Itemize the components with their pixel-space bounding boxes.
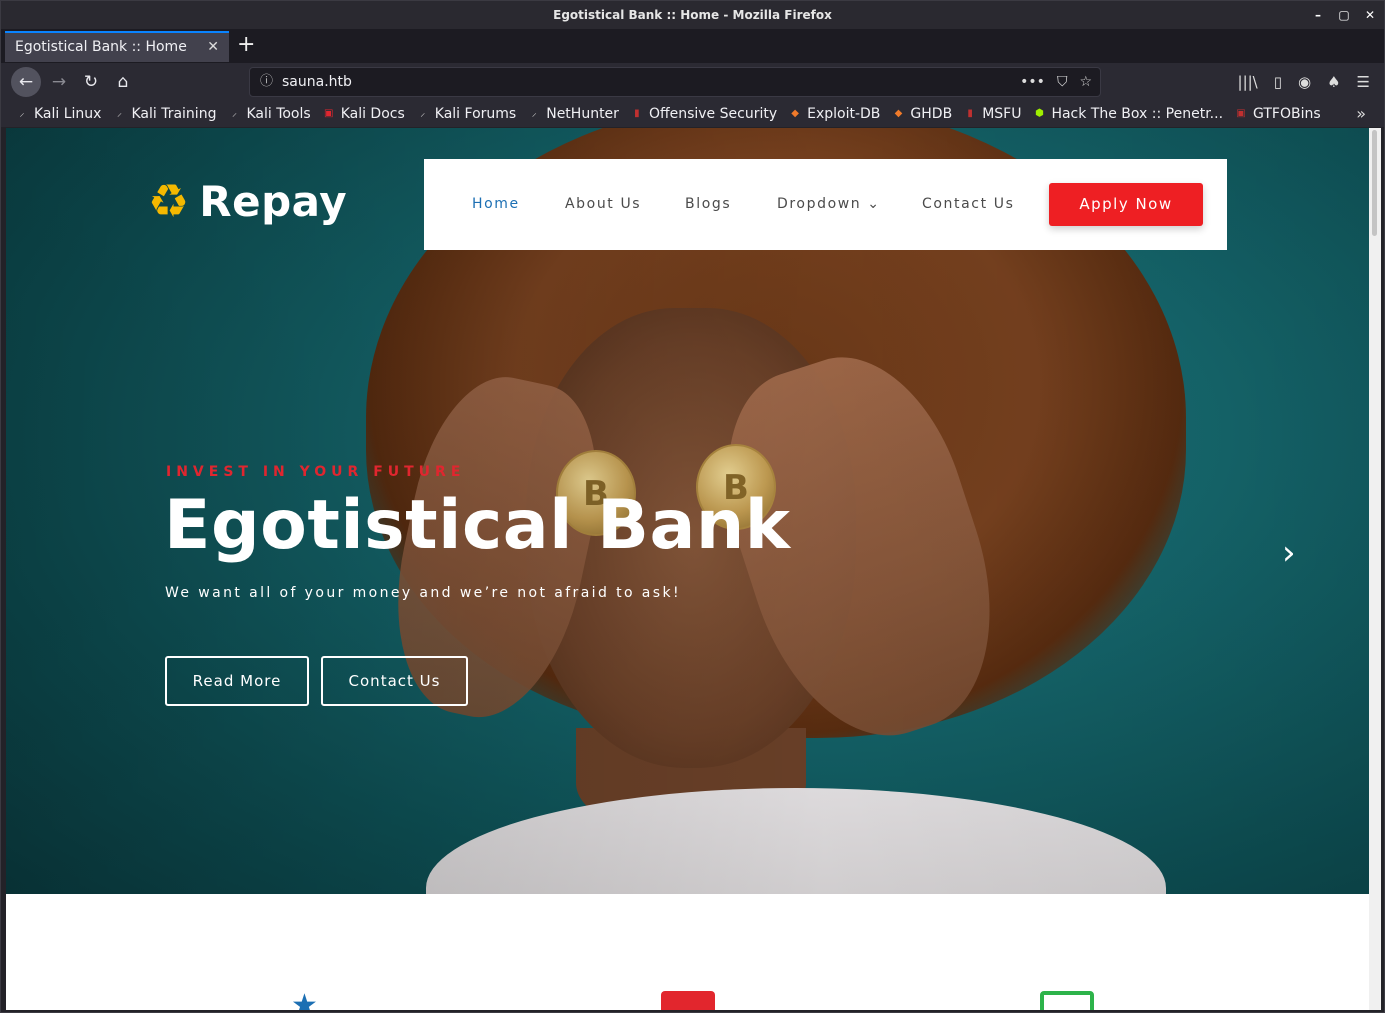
close-tab-icon[interactable]: ✕	[207, 33, 219, 61]
gtfobins-icon: ▣	[1236, 108, 1246, 119]
bookmark-label: Kali Tools	[246, 106, 311, 122]
hero-headline: Egotistical Bank	[164, 486, 791, 565]
bookmark-item[interactable]: ▣ GTFOBins	[1234, 106, 1321, 122]
bookmark-label: Kali Training	[131, 106, 217, 122]
url-text[interactable]: sauna.htb	[282, 74, 352, 90]
back-button[interactable]: ←	[11, 67, 41, 97]
star-service-icon: ★	[291, 988, 318, 1011]
contact-us-button[interactable]: Contact Us	[321, 656, 468, 706]
bookmark-label: MSFU	[982, 106, 1022, 122]
tab-label: Egotistical Bank :: Home	[15, 39, 187, 55]
window-title: Egotistical Bank :: Home - Mozilla Firef…	[553, 8, 832, 22]
apply-now-button[interactable]: Apply Now	[1049, 183, 1203, 226]
bookmark-label: Kali Docs	[340, 106, 405, 122]
extension-icon[interactable]: ♠	[1327, 67, 1340, 97]
reload-button[interactable]: ↻	[76, 67, 106, 97]
page-actions-icon[interactable]: •••	[1020, 68, 1045, 96]
nav-about-us[interactable]: About Us	[565, 159, 641, 250]
carousel-next-icon[interactable]: ›	[1282, 533, 1296, 573]
hero-tagline: INVEST IN YOUR FUTURE	[166, 464, 466, 480]
bookmark-label: Hack The Box :: Penetr...	[1051, 106, 1224, 122]
bookmark-label: Offensive Security	[648, 106, 778, 122]
bookmark-item[interactable]: ◆ Exploit-DB	[788, 106, 880, 122]
red-service-icon	[661, 991, 715, 1010]
hamburger-menu-icon[interactable]: ☰	[1357, 67, 1370, 97]
bookmark-item[interactable]: ▮ Offensive Security	[630, 106, 777, 122]
bookmark-label: GHDB	[910, 106, 953, 122]
site-logo[interactable]: ♻ Repay	[148, 176, 347, 226]
url-bar[interactable]: ⓘ sauna.htb ••• ⛉ ☆	[249, 67, 1101, 97]
exploitdb-icon: ◆	[791, 108, 799, 119]
forward-button[interactable]: →	[44, 67, 74, 97]
bookmark-label: Kali Forums	[434, 106, 517, 122]
pocket-icon[interactable]: ⛉	[1057, 68, 1068, 96]
account-icon[interactable]: ◉	[1298, 67, 1311, 97]
bookmark-item[interactable]: ⸝ NetHunter	[527, 106, 619, 122]
browser-window: Egotistical Bank :: Home - Mozilla Firef…	[0, 0, 1385, 1013]
htb-icon: ⬢	[1035, 108, 1044, 119]
ghdb-icon: ◆	[894, 108, 903, 119]
bookmarks-toolbar: ⸝ Kali Linux ⸝ Kali Training ⸝ Kali Tools ▣ Kal…	[1, 101, 1384, 127]
bookmark-item[interactable]: ▣ Kali Docs	[322, 106, 405, 122]
page-scrollbar[interactable]	[1369, 128, 1381, 1010]
bookmarks-overflow-icon[interactable]: »	[1356, 101, 1366, 127]
close-window-icon[interactable]: ✕	[1364, 1, 1376, 29]
docs-icon: ▣	[323, 108, 334, 119]
hero-section: B B ♻ Repay Home About Us Blogs Dropdown…	[6, 128, 1369, 894]
sidebar-icon[interactable]: ▯	[1274, 67, 1282, 97]
bookmark-item[interactable]: ⸝ Kali Training	[112, 106, 216, 122]
nav-contact-us[interactable]: Contact Us	[922, 159, 1014, 250]
home-button[interactable]: ⌂	[108, 67, 138, 97]
bookmark-item[interactable]: ▮ MSFU	[963, 106, 1021, 122]
toolbar-right: |||\ ▯ ◉ ♠ ☰	[1238, 67, 1370, 97]
bookmark-label: GTFOBins	[1253, 106, 1321, 122]
nav-dropdown[interactable]: Dropdown ⌄	[777, 159, 881, 250]
tab-egotistical-bank[interactable]: Egotistical Bank :: Home ✕	[5, 31, 229, 62]
bookmark-item[interactable]: ⸝ Kali Forums	[416, 106, 516, 122]
bookmark-item[interactable]: ⸝ Kali Linux	[15, 106, 102, 122]
page-viewport: B B ♻ Repay Home About Us Blogs Dropdown…	[6, 128, 1369, 1010]
hero-subline: We want all of your money and we’re not …	[165, 585, 681, 601]
services-section: ★	[6, 894, 1369, 1010]
minimize-icon[interactable]: –	[1312, 1, 1324, 29]
new-tab-button[interactable]: +	[237, 31, 255, 59]
maximize-icon[interactable]: ▢	[1338, 1, 1350, 29]
bookmark-label: NetHunter	[546, 106, 619, 122]
dragon-icon: ⸝	[116, 108, 122, 119]
msfu-icon: ▮	[967, 108, 973, 119]
green-service-icon	[1040, 991, 1094, 1010]
dragon-icon: ⸝	[420, 108, 426, 119]
window-controls: – ▢ ✕	[1312, 1, 1376, 29]
scrollbar-thumb[interactable]	[1372, 130, 1377, 236]
dragon-icon: ⸝	[231, 108, 237, 119]
library-icon[interactable]: |||\	[1238, 67, 1258, 97]
logo-text: Repay	[199, 176, 348, 226]
bookmark-star-icon[interactable]: ☆	[1079, 68, 1092, 96]
navigation-toolbar: ← → ↻ ⌂ ⓘ sauna.htb ••• ⛉ ☆ |||\ ▯ ◉ ♠ ☰	[1, 63, 1384, 101]
bookmark-label: Kali Linux	[34, 106, 102, 122]
bookmark-label: Exploit-DB	[807, 106, 881, 122]
tab-strip: Egotistical Bank :: Home ✕ +	[1, 29, 1384, 63]
bookmark-item[interactable]: ◆ GHDB	[891, 106, 953, 122]
bookmark-item[interactable]: ⬢ Hack The Box :: Penetr...	[1032, 106, 1223, 122]
site-info-icon[interactable]: ⓘ	[260, 68, 273, 96]
dragon-icon: ⸝	[19, 108, 25, 119]
offsec-icon: ▮	[634, 108, 640, 119]
nav-blogs[interactable]: Blogs	[685, 159, 731, 250]
dragon-icon: ⸝	[531, 108, 537, 119]
title-bar: Egotistical Bank :: Home - Mozilla Firef…	[1, 1, 1384, 29]
read-more-button[interactable]: Read More	[165, 656, 309, 706]
url-bar-actions: ••• ⛉ ☆	[1020, 68, 1092, 96]
nav-home[interactable]: Home	[472, 159, 520, 250]
recycle-icon: ♻	[148, 174, 190, 228]
site-nav-menu: Home About Us Blogs Dropdown ⌄ Contact U…	[424, 159, 1227, 250]
bookmark-item[interactable]: ⸝ Kali Tools	[227, 106, 311, 122]
